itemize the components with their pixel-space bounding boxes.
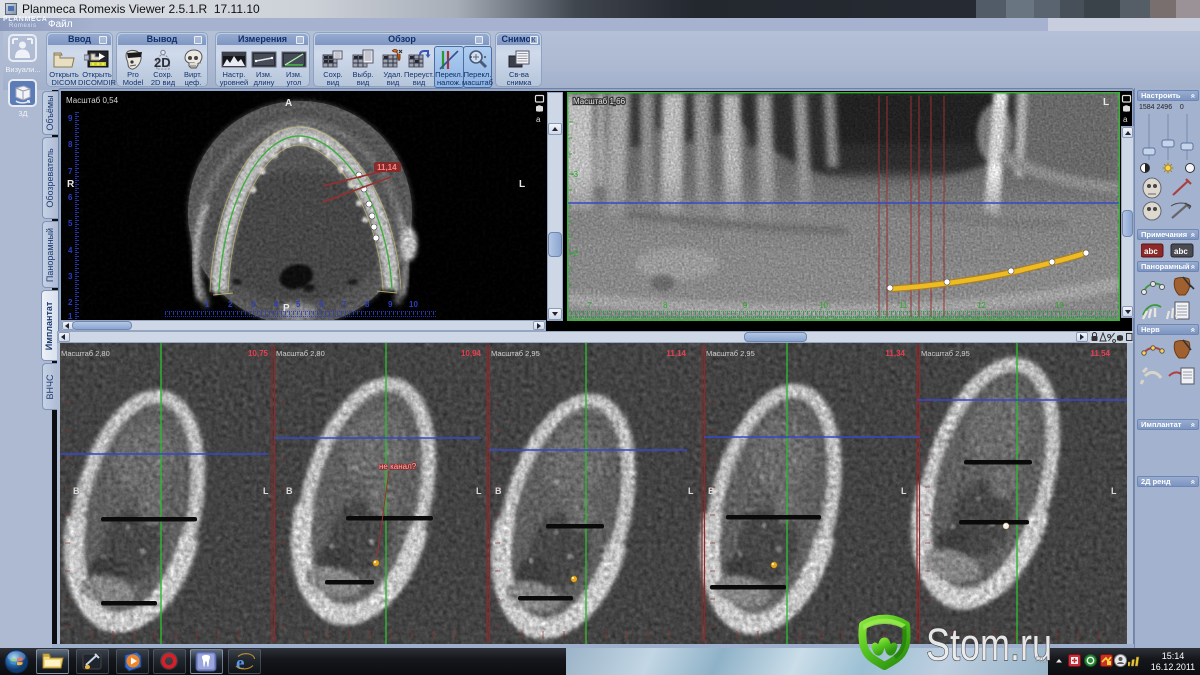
- svg-text:13: 13: [1055, 301, 1064, 310]
- svg-text:L: L: [263, 486, 269, 496]
- svg-text:a: a: [536, 115, 541, 124]
- svg-text:10: 10: [409, 300, 418, 309]
- svg-text:L: L: [1103, 97, 1109, 108]
- svg-text:Масштаб 2,80: Масштаб 2,80: [61, 349, 110, 358]
- svg-text:11,34: 11,34: [885, 349, 905, 358]
- svg-text:Stom.ru: Stom.ru: [926, 619, 1052, 670]
- svg-text:B: B: [708, 486, 715, 496]
- svg-text:7: 7: [68, 167, 73, 176]
- svg-text:RU: RU: [1035, 655, 1048, 665]
- svg-text:B: B: [286, 486, 293, 496]
- svg-text:7: 7: [342, 300, 347, 309]
- svg-text:L: L: [688, 486, 694, 496]
- svg-text:Масштаб 2,95: Масштаб 2,95: [491, 349, 540, 358]
- svg-text:L: L: [476, 486, 482, 496]
- svg-text:8: 8: [68, 140, 73, 149]
- svg-text:abc: abc: [1144, 247, 1158, 256]
- svg-text:B: B: [495, 486, 502, 496]
- svg-text:12: 12: [977, 301, 986, 310]
- svg-text:10: 10: [819, 301, 828, 310]
- svg-text:Масштаб 2,80: Масштаб 2,80: [276, 349, 325, 358]
- svg-text:6: 6: [319, 300, 324, 309]
- svg-text:4: 4: [68, 246, 73, 255]
- svg-text:3: 3: [68, 272, 73, 281]
- svg-text:9: 9: [68, 114, 73, 123]
- svg-text:11,14: 11,14: [377, 163, 397, 172]
- svg-text:B: B: [920, 486, 927, 496]
- svg-text:L: L: [901, 486, 907, 496]
- svg-text:5: 5: [68, 219, 73, 228]
- svg-text:abc: abc: [1174, 247, 1188, 256]
- svg-text:8: 8: [365, 300, 370, 309]
- svg-text:1: 1: [205, 300, 210, 309]
- svg-text:не канал?: не канал?: [379, 462, 417, 471]
- svg-text:a: a: [1123, 115, 1128, 124]
- svg-text:1: 1: [68, 312, 73, 320]
- svg-text:6: 6: [68, 193, 73, 202]
- svg-text:B: B: [73, 486, 80, 496]
- svg-text:e: e: [236, 653, 244, 673]
- svg-text:R: R: [67, 179, 75, 190]
- svg-text:7: 7: [587, 301, 592, 310]
- svg-text:Масштаб 0,54: Масштаб 0,54: [66, 96, 119, 105]
- svg-text:Масштаб 1,66: Масштаб 1,66: [573, 97, 626, 106]
- svg-text:10,75: 10,75: [248, 349, 269, 358]
- svg-text:11,14: 11,14: [666, 349, 686, 358]
- svg-text:L: L: [1111, 486, 1117, 496]
- svg-text:5: 5: [296, 300, 301, 309]
- svg-text:10,94: 10,94: [461, 349, 482, 358]
- svg-text:9: 9: [743, 301, 748, 310]
- svg-text:11: 11: [899, 301, 908, 310]
- svg-text:Масштаб 2,95: Масштаб 2,95: [706, 349, 755, 358]
- svg-text:Масштаб 2,95: Масштаб 2,95: [921, 349, 970, 358]
- svg-text:2: 2: [228, 300, 233, 309]
- svg-text:9: 9: [388, 300, 393, 309]
- svg-text:3: 3: [251, 300, 256, 309]
- svg-text:L: L: [519, 179, 525, 190]
- svg-text:4: 4: [274, 300, 279, 309]
- svg-text:11,54: 11,54: [1090, 349, 1110, 358]
- svg-text:2D: 2D: [154, 55, 171, 70]
- svg-text:A: A: [285, 98, 292, 109]
- svg-text:8: 8: [663, 301, 668, 310]
- svg-text:2: 2: [68, 298, 73, 307]
